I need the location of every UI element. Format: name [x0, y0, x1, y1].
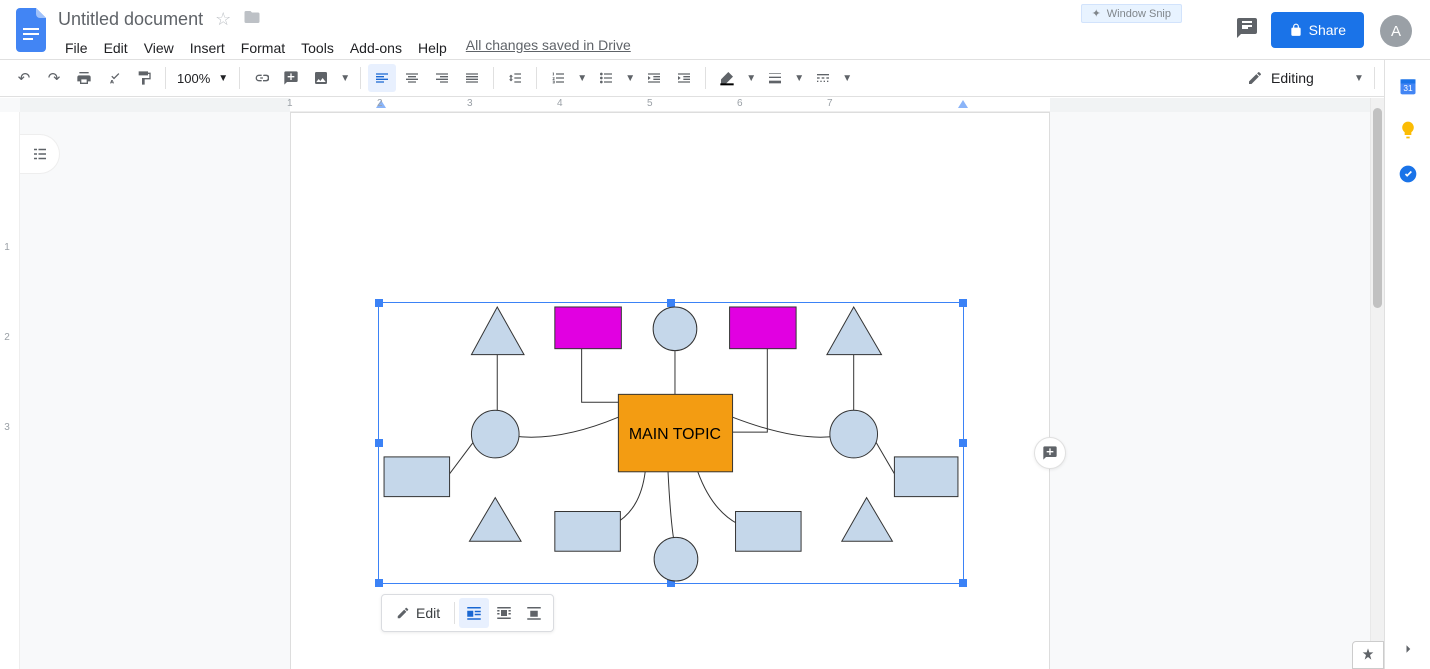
menu-format[interactable]: Format	[234, 37, 292, 59]
insert-link-icon[interactable]	[247, 64, 275, 92]
window-snip-hint: Window Snip	[1081, 4, 1182, 23]
account-avatar[interactable]: A	[1380, 15, 1412, 47]
zoom-value: 100%	[177, 71, 210, 86]
vertical-scrollbar[interactable]	[1370, 98, 1384, 641]
zoom-selector[interactable]: 100%▼	[173, 71, 232, 86]
outline-toggle-icon[interactable]	[20, 134, 60, 174]
bulleted-list-icon[interactable]	[592, 64, 620, 92]
horizontal-ruler[interactable]: 1234567	[20, 98, 1370, 112]
main-menu: File Edit View Insert Format Tools Add-o…	[58, 31, 1235, 59]
menu-addons[interactable]: Add-ons	[343, 37, 409, 59]
paint-format-icon[interactable]	[130, 64, 158, 92]
mode-label: Editing	[1271, 70, 1314, 86]
add-comment-bubble[interactable]	[1034, 437, 1066, 469]
insert-comment-icon[interactable]	[277, 64, 305, 92]
edit-drawing-button[interactable]: Edit	[386, 605, 450, 621]
menu-help[interactable]: Help	[411, 37, 454, 59]
move-folder-icon[interactable]	[243, 8, 261, 31]
wrap-break-icon[interactable]	[519, 598, 549, 628]
border-dash-dropdown-icon[interactable]: ▼	[839, 64, 855, 92]
align-right-icon[interactable]	[428, 64, 456, 92]
side-panel-expand-icon[interactable]	[1398, 639, 1418, 659]
align-justify-icon[interactable]	[458, 64, 486, 92]
spellcheck-icon[interactable]	[100, 64, 128, 92]
toolbar: ↶ ↷ 100%▼ ▼ ▼ ▼ ▼ ▼ ▼ Editing ▼	[0, 59, 1430, 97]
border-dash-icon[interactable]	[809, 64, 837, 92]
document-title[interactable]: Untitled document	[58, 9, 203, 30]
drawing-selection[interactable]: MAIN TOPIC	[378, 302, 964, 584]
outdent-icon[interactable]	[640, 64, 668, 92]
vertical-ruler[interactable]: 123	[0, 112, 20, 669]
scrollbar-thumb[interactable]	[1373, 108, 1382, 308]
lock-icon	[1289, 23, 1303, 37]
border-color-dropdown-icon[interactable]: ▼	[743, 64, 759, 92]
image-dropdown-icon[interactable]: ▼	[337, 64, 353, 92]
align-left-icon[interactable]	[368, 64, 396, 92]
mode-selector[interactable]: Editing ▼	[1247, 64, 1367, 92]
docs-app-icon[interactable]	[14, 8, 50, 52]
menu-file[interactable]: File	[58, 37, 95, 59]
tasks-icon[interactable]	[1398, 164, 1418, 184]
share-button[interactable]: Share	[1271, 12, 1364, 48]
indent-icon[interactable]	[670, 64, 698, 92]
border-weight-dropdown-icon[interactable]: ▼	[791, 64, 807, 92]
right-indent-marker[interactable]	[958, 100, 968, 108]
share-label: Share	[1309, 22, 1346, 38]
insert-image-icon[interactable]	[307, 64, 335, 92]
star-icon[interactable]: ☆	[215, 9, 231, 30]
print-icon[interactable]	[70, 64, 98, 92]
wrap-inline-icon[interactable]	[459, 598, 489, 628]
calendar-icon[interactable]: 31	[1398, 76, 1418, 96]
edit-drawing-label: Edit	[416, 605, 440, 621]
menu-edit[interactable]: Edit	[97, 37, 135, 59]
bulleted-list-dropdown-icon[interactable]: ▼	[622, 64, 638, 92]
image-options-toolbar: Edit	[381, 594, 554, 632]
side-panel: 31	[1384, 60, 1430, 669]
redo-icon[interactable]: ↷	[40, 64, 68, 92]
pencil-icon	[1247, 70, 1263, 86]
save-status[interactable]: All changes saved in Drive	[466, 37, 631, 59]
drawing-canvas: MAIN TOPIC	[379, 303, 963, 583]
menu-tools[interactable]: Tools	[294, 37, 341, 59]
border-color-icon[interactable]	[713, 64, 741, 92]
mode-dropdown-icon[interactable]: ▼	[1351, 64, 1367, 92]
undo-icon[interactable]: ↶	[10, 64, 38, 92]
keep-icon[interactable]	[1398, 120, 1418, 140]
editor-canvas: 1234567 123	[0, 98, 1384, 669]
wrap-text-icon[interactable]	[489, 598, 519, 628]
numbered-list-icon[interactable]	[544, 64, 572, 92]
line-spacing-icon[interactable]	[501, 64, 529, 92]
open-comments-icon[interactable]	[1235, 16, 1259, 45]
pencil-icon	[396, 606, 410, 620]
numbered-list-dropdown-icon[interactable]: ▼	[574, 64, 590, 92]
svg-text:MAIN TOPIC: MAIN TOPIC	[629, 426, 721, 443]
align-center-icon[interactable]	[398, 64, 426, 92]
border-weight-icon[interactable]	[761, 64, 789, 92]
svg-text:31: 31	[1403, 83, 1413, 93]
menu-view[interactable]: View	[137, 37, 181, 59]
menu-insert[interactable]: Insert	[183, 37, 232, 59]
explore-button[interactable]	[1352, 641, 1384, 669]
